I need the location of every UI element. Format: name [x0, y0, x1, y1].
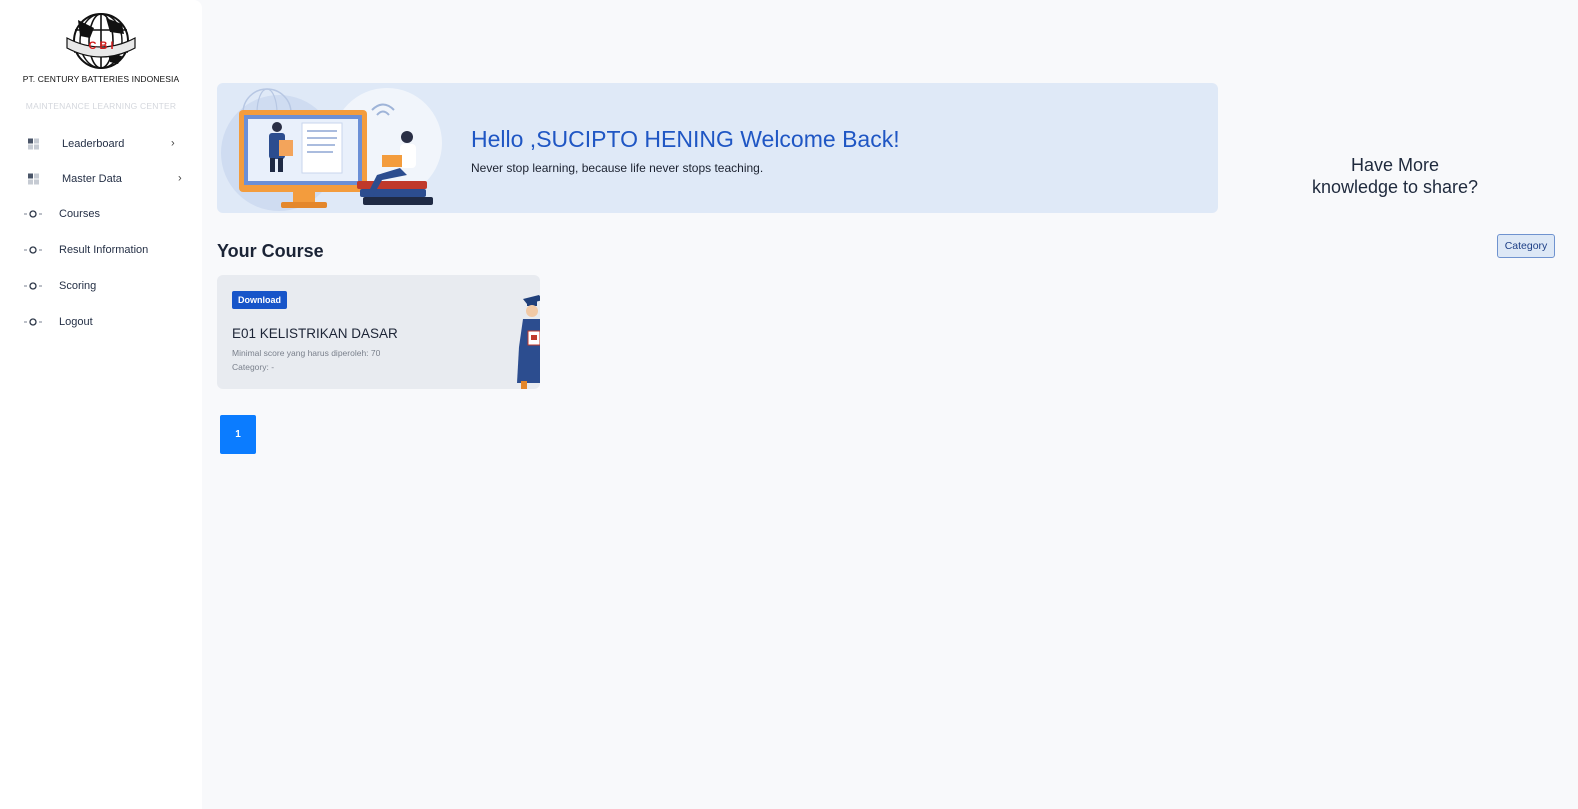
welcome-subtitle: Never stop learning, because life never … — [471, 161, 764, 175]
welcome-banner: Hello ,SUCIPTO HENING Welcome Back! Neve… — [217, 83, 1218, 213]
welcome-heading: Hello ,SUCIPTO HENING Welcome Back! — [471, 126, 900, 152]
sidebar-item-logout[interactable]: Logout — [0, 307, 202, 337]
app-subtitle: MAINTENANCE LEARNING CENTER — [25, 101, 177, 111]
circle-dot-icon — [24, 282, 42, 290]
pagination-page-button[interactable]: 1 — [220, 415, 256, 454]
circle-dot-icon — [24, 318, 42, 326]
chevron-right-icon: › — [171, 137, 175, 150]
graduate-illustration — [517, 295, 540, 389]
grid-icon — [28, 138, 39, 150]
company-logo: C B I — [0, 12, 202, 74]
company-name: PT. CENTURY BATTERIES INDONESIA — [22, 74, 180, 84]
category-button[interactable]: Category — [1497, 234, 1555, 258]
share-line-1: Have More — [1350, 155, 1440, 175]
course-title: E01 KELISTRIKAN DASAR — [232, 326, 398, 341]
download-button[interactable]: Download — [232, 291, 287, 309]
sidebar-item-label: Master Data — [62, 173, 122, 185]
circle-dot-icon — [24, 210, 42, 218]
course-card[interactable]: Download E01 KELISTRIKAN DASAR Minimal s… — [217, 275, 540, 389]
sidebar-item-label: Leaderboard — [62, 138, 125, 150]
share-line-2: knowledge to share? — [1311, 177, 1479, 197]
course-min-score: Minimal score yang harus diperoleh: 70 — [232, 348, 381, 358]
chevron-right-icon: › — [178, 172, 182, 185]
share-knowledge-text: Have More knowledge to share? — [1300, 154, 1490, 198]
sidebar: C B I PT. CENTURY BATTERIES INDONESIA MA… — [0, 0, 202, 809]
e-learning-illustration — [221, 88, 442, 211]
course-category: Category: - — [232, 362, 275, 372]
section-title: Your Course — [217, 241, 324, 261]
sidebar-item-courses[interactable]: Courses — [0, 199, 202, 229]
sidebar-item-label: Scoring — [59, 280, 97, 292]
sidebar-item-label: Result Information — [59, 244, 149, 256]
sidebar-item-leaderboard[interactable]: Leaderboard › — [0, 129, 202, 159]
logo-letters: C B I — [88, 40, 113, 52]
grid-icon — [28, 173, 39, 185]
sidebar-item-scoring[interactable]: Scoring — [0, 271, 202, 301]
circle-dot-icon — [24, 246, 42, 254]
sidebar-item-label: Logout — [59, 316, 93, 328]
sidebar-item-label: Courses — [59, 208, 100, 220]
sidebar-item-master-data[interactable]: Master Data › — [0, 164, 202, 194]
globe-logo-icon: C B I — [66, 13, 136, 69]
sidebar-item-result-information[interactable]: Result Information — [0, 235, 202, 265]
